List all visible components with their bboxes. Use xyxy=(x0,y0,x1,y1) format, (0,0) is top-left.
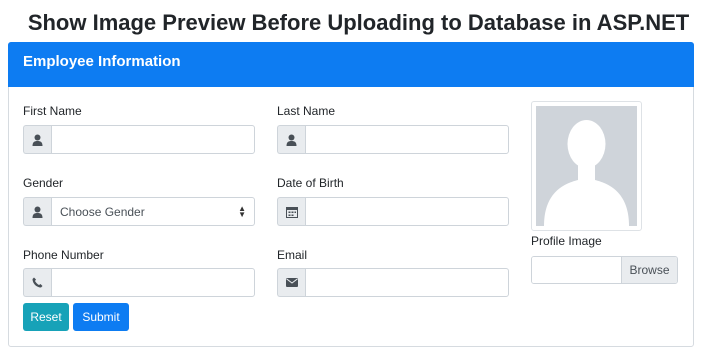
profile-file-input[interactable]: Browse xyxy=(531,256,678,284)
gender-group: Choose Gender ▲ ▼ xyxy=(23,197,255,226)
card-header: Employee Information xyxy=(8,42,694,87)
dob-input[interactable] xyxy=(305,197,509,226)
dob-group xyxy=(277,197,509,226)
avatar-placeholder-icon xyxy=(536,106,637,226)
user-icon xyxy=(23,197,51,226)
phone-group xyxy=(23,268,255,297)
gender-select-value: Choose Gender xyxy=(60,204,145,219)
first-name-group xyxy=(23,125,255,154)
email-input[interactable] xyxy=(305,268,509,297)
profile-image-frame xyxy=(531,101,642,231)
calendar-icon xyxy=(277,197,305,226)
profile-image-label: Profile Image xyxy=(531,234,602,248)
first-name-input[interactable] xyxy=(51,125,255,154)
phone-label: Phone Number xyxy=(23,248,104,262)
phone-input[interactable] xyxy=(51,268,255,297)
user-icon xyxy=(23,125,51,154)
browse-button[interactable]: Browse xyxy=(621,257,677,283)
page-title: Show Image Preview Before Uploading to D… xyxy=(27,10,690,35)
last-name-input[interactable] xyxy=(305,125,509,154)
gender-label: Gender xyxy=(23,176,64,190)
select-caret-icon: ▲ ▼ xyxy=(238,203,246,219)
envelope-icon xyxy=(277,268,305,297)
user-icon xyxy=(277,125,305,154)
file-name-field[interactable] xyxy=(532,257,621,283)
last-name-label: Last Name xyxy=(277,104,336,118)
email-label: Email xyxy=(277,248,308,262)
first-name-label: First Name xyxy=(23,104,82,118)
gender-select[interactable]: Choose Gender ▲ ▼ xyxy=(51,197,255,226)
card-header-title: Employee Information xyxy=(23,53,181,70)
reset-button[interactable]: Reset xyxy=(23,303,69,331)
phone-icon xyxy=(23,268,51,297)
dob-label: Date of Birth xyxy=(277,176,344,190)
submit-button[interactable]: Submit xyxy=(73,303,129,331)
last-name-group xyxy=(277,125,509,154)
email-group xyxy=(277,268,509,297)
